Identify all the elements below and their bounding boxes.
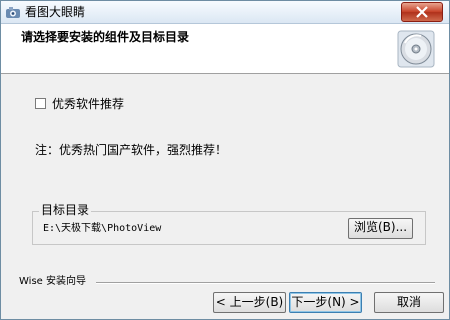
close-button[interactable]: [401, 2, 443, 22]
wise-brand-label: Wise 安装向导: [19, 276, 86, 287]
page-title: 请选择要安装的组件及目标目录: [21, 30, 190, 44]
installer-window: 看图大眼睛 请选择要安装的组件及目标目录 优秀软件推荐 注：优秀热门国产软件，强…: [0, 0, 450, 320]
target-directory-title: 目标目录: [39, 203, 92, 218]
recommendation-note: 注：优秀热门国产软件，强烈推荐！: [35, 143, 228, 157]
footer-divider: [96, 282, 435, 284]
target-directory-path: E:\天极下载\PhotoView: [43, 223, 162, 234]
back-button[interactable]: < 上一步(B): [213, 292, 286, 313]
recommend-software-checkbox[interactable]: [35, 98, 46, 109]
next-button[interactable]: 下一步(N) >: [289, 292, 362, 313]
recommend-software-label: 优秀软件推荐: [52, 97, 125, 111]
close-icon: [416, 6, 428, 18]
title-bar: 看图大眼睛: [1, 1, 449, 24]
app-icon: [5, 4, 21, 20]
cancel-button[interactable]: 取消: [374, 292, 444, 313]
window-title: 看图大眼睛: [25, 5, 86, 19]
cd-disc-icon: [397, 30, 435, 68]
browse-button[interactable]: 浏览(B)...: [348, 218, 413, 239]
wizard-header: 请选择要安装的组件及目标目录: [1, 24, 449, 74]
